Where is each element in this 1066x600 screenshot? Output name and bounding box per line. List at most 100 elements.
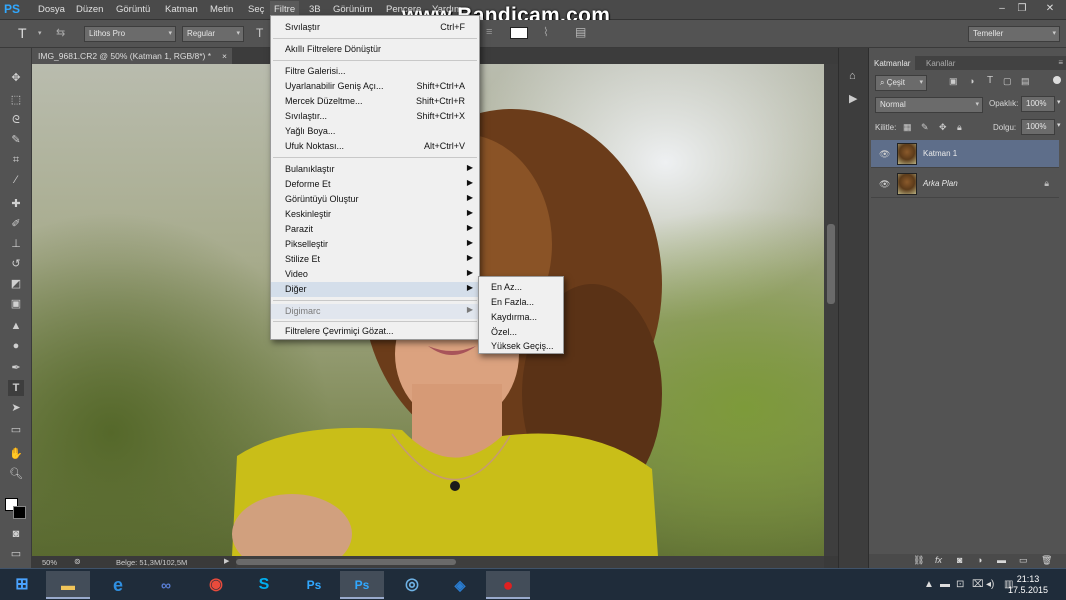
restore-icon[interactable]: ❐ [1016, 3, 1028, 15]
blur-tool-icon[interactable]: ▲ [8, 318, 24, 334]
filter-pixel-icon[interactable]: ▣ [949, 76, 958, 87]
menu-item-video[interactable]: Video ▶ [271, 267, 479, 282]
eye-icon[interactable]: 👁︎ [879, 179, 890, 190]
filter-adjustment-icon[interactable]: ◑ [969, 76, 974, 86]
marquee-tool-icon[interactable]: ⬚ [8, 92, 24, 108]
photoshop-icon[interactable]: Ps [340, 571, 384, 599]
font-family-select[interactable]: Lithos Pro ▾ [84, 26, 176, 42]
filter-type-icon[interactable]: T [987, 75, 993, 86]
healing-brush-tool-icon[interactable]: ✚ [8, 196, 24, 212]
menu-item-high-pass[interactable]: Yüksek Geçiş... [479, 339, 563, 354]
layer-row-katman-1[interactable]: 👁︎ Katman 1 [871, 140, 1059, 168]
photoshop-icon[interactable]: Ps [292, 571, 336, 599]
menu-item-sharpen[interactable]: Keskinleştir ▶ [271, 207, 479, 222]
outlook-app-icon[interactable]: ◈ [438, 571, 482, 599]
zoom-tool-icon[interactable]: 🔍︎ [8, 466, 24, 482]
menu-item-lens-correction[interactable]: Mercek Düzeltme... Shift+Ctrl+R [271, 94, 479, 109]
actions-play-icon[interactable]: ▶ [849, 92, 857, 105]
lock-icon[interactable]: 🔒︎ [1044, 178, 1049, 189]
menu-select[interactable]: Seç [248, 4, 264, 15]
menu-item-blur[interactable]: Bulanıklaştır ▶ [271, 162, 479, 177]
layer-style-icon[interactable]: fx [935, 555, 942, 565]
fill-input[interactable]: 100% [1021, 119, 1055, 135]
close-icon[interactable]: ✕ [1044, 3, 1056, 15]
menu-item-oil-paint[interactable]: Yağlı Boya... [271, 124, 479, 139]
menu-item-filter-gallery[interactable]: Filtre Galerisi... [271, 64, 479, 79]
tray-expand-icon[interactable]: ▲ [924, 579, 934, 590]
horizontal-scrollbar[interactable] [236, 556, 824, 568]
move-tool-icon[interactable]: ✥ [8, 70, 24, 86]
trash-icon[interactable]: 🗑︎ [1041, 555, 1052, 566]
menu-item-stylize[interactable]: Stilize Et ▶ [271, 252, 479, 267]
warp-text-icon[interactable]: ⌇ [543, 25, 549, 39]
tray-power-icon[interactable]: ⌧ [972, 579, 984, 590]
chevron-down-icon[interactable]: ▾ [1057, 121, 1061, 129]
link-layers-icon[interactable]: ⛓︎ [913, 555, 924, 566]
status-info-icon[interactable]: ⊚ [74, 557, 81, 566]
menu-item-vanishing-point[interactable]: Ufuk Noktası... Alt+Ctrl+V [271, 139, 479, 154]
minimize-icon[interactable]: – [996, 3, 1008, 15]
tab-channels[interactable]: Kanallar [921, 56, 960, 70]
menu-item-browse-filters-online[interactable]: Filtrelere Çevrimiçi Gözat... [271, 324, 479, 339]
app-icon[interactable]: ∞ [144, 571, 188, 599]
font-style-select[interactable]: Regular ▾ [182, 26, 244, 42]
brush-tool-icon[interactable]: ✐ [8, 216, 24, 232]
workspace-select[interactable]: Temeller ▾ [968, 26, 1060, 42]
new-layer-icon[interactable]: ▭ [1019, 555, 1028, 566]
crop-tool-icon[interactable]: ⌗ [8, 152, 24, 168]
quick-mask-icon[interactable]: ◙ [8, 526, 24, 542]
quick-select-tool-icon[interactable]: ✎ [8, 132, 24, 148]
menu-edit[interactable]: Düzen [76, 4, 103, 15]
type-tool-icon[interactable]: T [18, 25, 27, 41]
font-size-icon[interactable]: T [256, 26, 263, 40]
lock-transparent-icon[interactable]: ▦ [903, 122, 912, 133]
type-tool-icon[interactable]: T [8, 380, 24, 396]
menu-item-smart-filters[interactable]: Akıllı Filtrelere Dönüştür [271, 42, 479, 57]
menu-item-last-filter[interactable]: Sıvılaştır Ctrl+F [271, 20, 479, 35]
file-explorer-icon[interactable]: ▬ [46, 571, 90, 599]
text-color-swatch[interactable] [510, 27, 528, 39]
status-menu-arrow-icon[interactable]: ▶ [224, 557, 229, 565]
menu-type[interactable]: Metin [210, 4, 233, 15]
filter-shape-icon[interactable]: ▢ [1003, 76, 1012, 87]
gradient-tool-icon[interactable]: ▣ [8, 296, 24, 312]
rectangle-tool-icon[interactable]: ▭ [8, 422, 24, 438]
lasso-tool-icon[interactable]: ᘓ [8, 112, 24, 128]
system-clock[interactable]: 21:13 17.5.2015 [1008, 574, 1048, 596]
orientation-toggle-icon[interactable]: ⇆ [56, 26, 65, 39]
menu-item-liquify[interactable]: Sıvılaştır... Shift+Ctrl+X [271, 109, 479, 124]
menu-item-pixelate[interactable]: Pikselleştir ▶ [271, 237, 479, 252]
panel-menu-icon[interactable]: ≡ [1058, 58, 1063, 67]
menu-item-maximum[interactable]: En Fazla... [479, 295, 563, 310]
history-brush-tool-icon[interactable]: ↺ [8, 256, 24, 272]
windows-start-icon[interactable]: ⊞ [0, 571, 44, 599]
opacity-input[interactable]: 100% [1021, 96, 1055, 112]
tray-volume-icon[interactable]: ◂) [986, 579, 994, 590]
dodge-tool-icon[interactable]: ● [8, 338, 24, 354]
menu-item-other[interactable]: Diğer ▶ [271, 282, 479, 297]
background-color-swatch[interactable] [13, 506, 26, 519]
align-right-icon[interactable]: ≡ [486, 26, 492, 38]
scrollbar-thumb[interactable] [236, 559, 456, 565]
scrollbar-thumb[interactable] [827, 224, 835, 304]
filter-toggle-icon[interactable] [1053, 76, 1061, 84]
layer-name[interactable]: Katman 1 [923, 149, 957, 158]
add-mask-icon[interactable]: ◙ [957, 555, 962, 565]
menu-item-minimum[interactable]: En Az... [479, 280, 563, 295]
lock-position-icon[interactable]: ✥ [939, 122, 947, 133]
layer-row-arka-plan[interactable]: 👁︎ Arka Plan 🔒︎ [871, 170, 1059, 198]
layer-name[interactable]: Arka Plan [923, 179, 958, 188]
menu-item-distort[interactable]: Deforme Et ▶ [271, 177, 479, 192]
bandicam-record-icon[interactable]: ● [486, 571, 530, 599]
tab-layers[interactable]: Katmanlar [869, 56, 916, 70]
lock-all-icon[interactable]: 🔒︎ [957, 122, 962, 133]
menu-item-adaptive-wide-angle[interactable]: Uyarlanabilir Geniş Açı... Shift+Ctrl+A [271, 79, 479, 94]
menu-item-custom[interactable]: Özel... [479, 325, 563, 340]
skype-icon[interactable]: S [242, 571, 286, 599]
adjustment-layer-icon[interactable]: ◑ [977, 555, 982, 565]
screen-mode-icon[interactable]: ▭ [8, 546, 24, 562]
filter-smart-object-icon[interactable]: ▤ [1021, 76, 1030, 87]
clone-stamp-tool-icon[interactable]: ⊥ [8, 236, 24, 252]
blend-mode-select[interactable]: Normal ▾ [875, 97, 983, 113]
lock-image-icon[interactable]: ✎ [921, 122, 929, 133]
